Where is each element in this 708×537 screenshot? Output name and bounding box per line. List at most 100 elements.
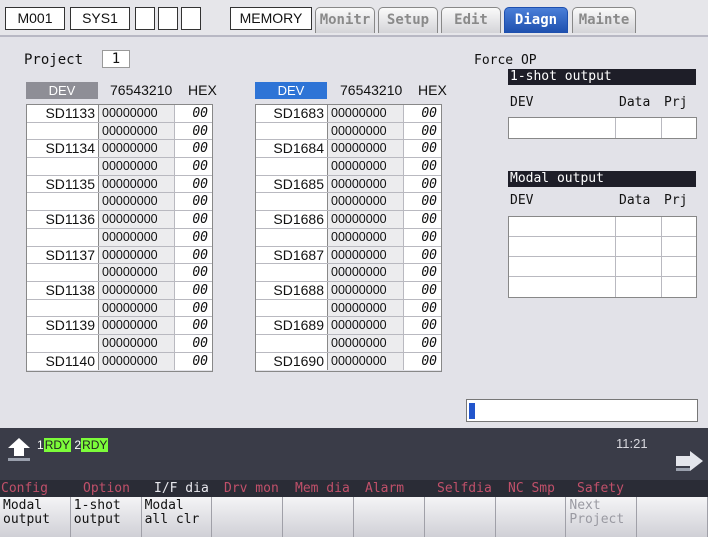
bit-values: 00000000 bbox=[328, 246, 404, 264]
table-row[interactable]: 00000000 00 bbox=[256, 122, 441, 141]
table-row[interactable]: SD1690 00000000 00 bbox=[256, 352, 441, 371]
softkey-10[interactable] bbox=[637, 497, 708, 537]
table-cell bbox=[509, 118, 616, 138]
table-row[interactable]: 00000000 00 bbox=[27, 334, 212, 353]
device-name: SD1139 bbox=[27, 317, 99, 334]
softkey-9[interactable]: Next Project bbox=[566, 497, 638, 537]
function-menu-item[interactable]: Safety bbox=[577, 480, 624, 497]
table-row[interactable]: 00000000 00 bbox=[27, 158, 212, 176]
hex-value: 00 bbox=[404, 299, 441, 317]
table-row[interactable]: SD1136 00000000 00 bbox=[27, 211, 212, 229]
hex-value: 00 bbox=[404, 175, 441, 193]
bit-values: 00000000 bbox=[99, 264, 175, 281]
table-row[interactable]: 00000000 00 bbox=[27, 228, 212, 247]
softkey-label-line1: Modal bbox=[3, 498, 43, 513]
table-cell bbox=[509, 217, 616, 236]
softkey-2[interactable]: 1-shot output bbox=[70, 497, 142, 537]
bit-values: 00000000 bbox=[99, 317, 175, 334]
function-menu-item[interactable]: Alarm bbox=[365, 480, 404, 497]
table-cell bbox=[616, 237, 662, 256]
tab-monitr[interactable]: Monitr bbox=[315, 7, 375, 33]
tab-setup[interactable]: Setup bbox=[378, 7, 438, 33]
device-name bbox=[27, 122, 99, 140]
table-row[interactable]: 00000000 00 bbox=[256, 334, 441, 353]
table-row[interactable]: 00000000 00 bbox=[256, 264, 441, 282]
table-cell bbox=[616, 217, 662, 236]
device-name bbox=[27, 334, 99, 352]
one-shot-header: 1-shot output bbox=[508, 69, 696, 85]
project-number[interactable]: 1 bbox=[102, 50, 130, 68]
tab-mainte[interactable]: Mainte bbox=[572, 7, 636, 33]
table-row[interactable]: SD1133 00000000 00 bbox=[27, 105, 212, 123]
table-row[interactable]: SD1683 00000000 00 bbox=[256, 105, 441, 123]
softkey-label-line2: output bbox=[73, 512, 121, 527]
softkey-3[interactable]: Modal all clr bbox=[141, 497, 213, 537]
function-menu-item[interactable]: Selfdia bbox=[437, 480, 492, 497]
softkey-7[interactable] bbox=[424, 497, 496, 537]
rdy-status-2: RDY bbox=[81, 438, 109, 452]
modal-output-row[interactable] bbox=[509, 257, 696, 277]
one-shot-data-col: Data bbox=[619, 95, 651, 110]
table-row[interactable]: SD1140 00000000 00 bbox=[27, 352, 212, 371]
function-menu-item[interactable]: Mem dia bbox=[295, 480, 350, 497]
softkey-5[interactable] bbox=[283, 497, 354, 537]
tab-edit[interactable]: Edit bbox=[441, 7, 501, 33]
hex-value: 00 bbox=[175, 105, 212, 122]
function-menu-item[interactable]: Drv mon bbox=[224, 480, 279, 497]
table-row[interactable]: 00000000 00 bbox=[27, 193, 212, 212]
softkey-4[interactable] bbox=[212, 497, 284, 537]
hex-value: 00 bbox=[404, 228, 441, 246]
device-name bbox=[256, 299, 328, 317]
up-arrow-icon[interactable] bbox=[7, 436, 31, 462]
softkey-6[interactable] bbox=[354, 497, 425, 537]
table-row[interactable]: SD1684 00000000 00 bbox=[256, 140, 441, 159]
function-menu-item[interactable]: I/F dia bbox=[154, 480, 209, 497]
device-table-right: SD1683 00000000 00 00000000 00 SD1684 00000000… bbox=[255, 104, 442, 372]
table-row[interactable]: SD1135 00000000 00 bbox=[27, 175, 212, 194]
bit-values: 00000000 bbox=[328, 228, 404, 246]
bit-values: 00000000 bbox=[99, 246, 175, 264]
function-menu-item[interactable]: Config bbox=[1, 480, 48, 497]
device-name: SD1138 bbox=[27, 281, 99, 299]
bit-values: 00000000 bbox=[99, 334, 175, 352]
device-name: SD1134 bbox=[27, 140, 99, 158]
table-row[interactable]: 00000000 00 bbox=[27, 299, 212, 318]
modal-output-row[interactable] bbox=[509, 277, 696, 297]
one-shot-row[interactable] bbox=[509, 118, 696, 138]
right-arrow-icon[interactable] bbox=[676, 450, 704, 472]
hex-value: 00 bbox=[404, 334, 441, 352]
function-menu-item[interactable]: NC Smp bbox=[508, 480, 555, 497]
table-row[interactable]: SD1687 00000000 00 bbox=[256, 246, 441, 265]
hex-value: 00 bbox=[175, 352, 212, 371]
table-row[interactable]: SD1134 00000000 00 bbox=[27, 140, 212, 159]
input-field[interactable] bbox=[466, 399, 698, 422]
modal-output-row[interactable] bbox=[509, 217, 696, 237]
table-row[interactable]: 00000000 00 bbox=[256, 193, 441, 212]
hex-value: 00 bbox=[404, 317, 441, 334]
function-menu-item[interactable]: Option bbox=[83, 480, 130, 497]
table-row[interactable]: SD1686 00000000 00 bbox=[256, 211, 441, 229]
table-row[interactable]: 00000000 00 bbox=[27, 122, 212, 141]
device-name: SD1135 bbox=[27, 175, 99, 193]
modal-output-row[interactable] bbox=[509, 237, 696, 257]
softkey-1[interactable]: Modal output bbox=[0, 497, 71, 537]
table-row[interactable]: SD1138 00000000 00 bbox=[27, 281, 212, 300]
bits-header: 76543210 bbox=[110, 82, 173, 98]
bit-values: 00000000 bbox=[99, 193, 175, 211]
softkey-8[interactable] bbox=[495, 497, 567, 537]
tab-diagn[interactable]: Diagn bbox=[504, 7, 568, 33]
table-cell bbox=[662, 217, 696, 236]
table-row[interactable]: 00000000 00 bbox=[27, 264, 212, 282]
table-row[interactable]: SD1688 00000000 00 bbox=[256, 281, 441, 300]
table-row[interactable]: SD1137 00000000 00 bbox=[27, 246, 212, 265]
table-row[interactable]: SD1685 00000000 00 bbox=[256, 175, 441, 194]
table-cell bbox=[662, 257, 696, 276]
hex-value: 00 bbox=[404, 193, 441, 211]
table-row[interactable]: 00000000 00 bbox=[256, 228, 441, 247]
table-row[interactable]: SD1689 00000000 00 bbox=[256, 317, 441, 335]
table-cell bbox=[509, 257, 616, 276]
bit-values: 00000000 bbox=[99, 175, 175, 193]
table-row[interactable]: 00000000 00 bbox=[256, 158, 441, 176]
table-row[interactable]: 00000000 00 bbox=[256, 299, 441, 318]
table-row[interactable]: SD1139 00000000 00 bbox=[27, 317, 212, 335]
